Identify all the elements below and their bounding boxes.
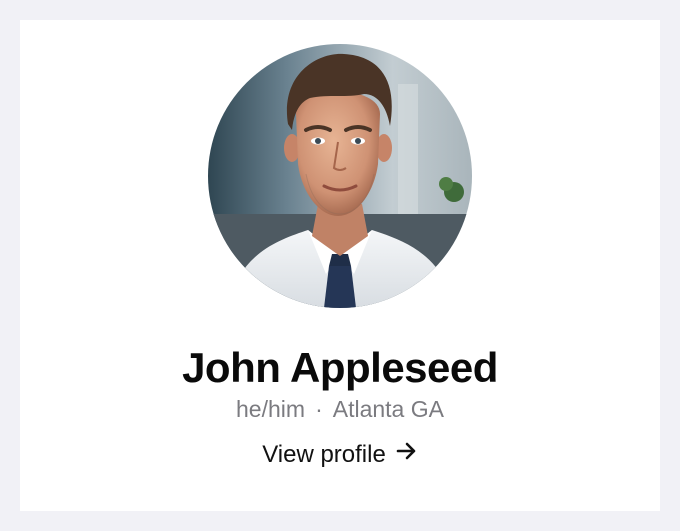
view-profile-label: View profile [262, 441, 386, 468]
arrow-right-icon [396, 437, 418, 471]
profile-name: John Appleseed [182, 344, 498, 391]
avatar [208, 44, 472, 308]
avatar-portrait [208, 44, 472, 308]
meta-separator: · [315, 396, 323, 422]
profile-pronouns: he/him [236, 396, 306, 422]
profile-location: Atlanta GA [332, 396, 444, 422]
profile-card: John Appleseed he/him · Atlanta GA View pr… [20, 20, 660, 511]
view-profile-link[interactable]: View profile [20, 438, 660, 472]
profile-meta: he/him · Atlanta GA [20, 394, 660, 424]
